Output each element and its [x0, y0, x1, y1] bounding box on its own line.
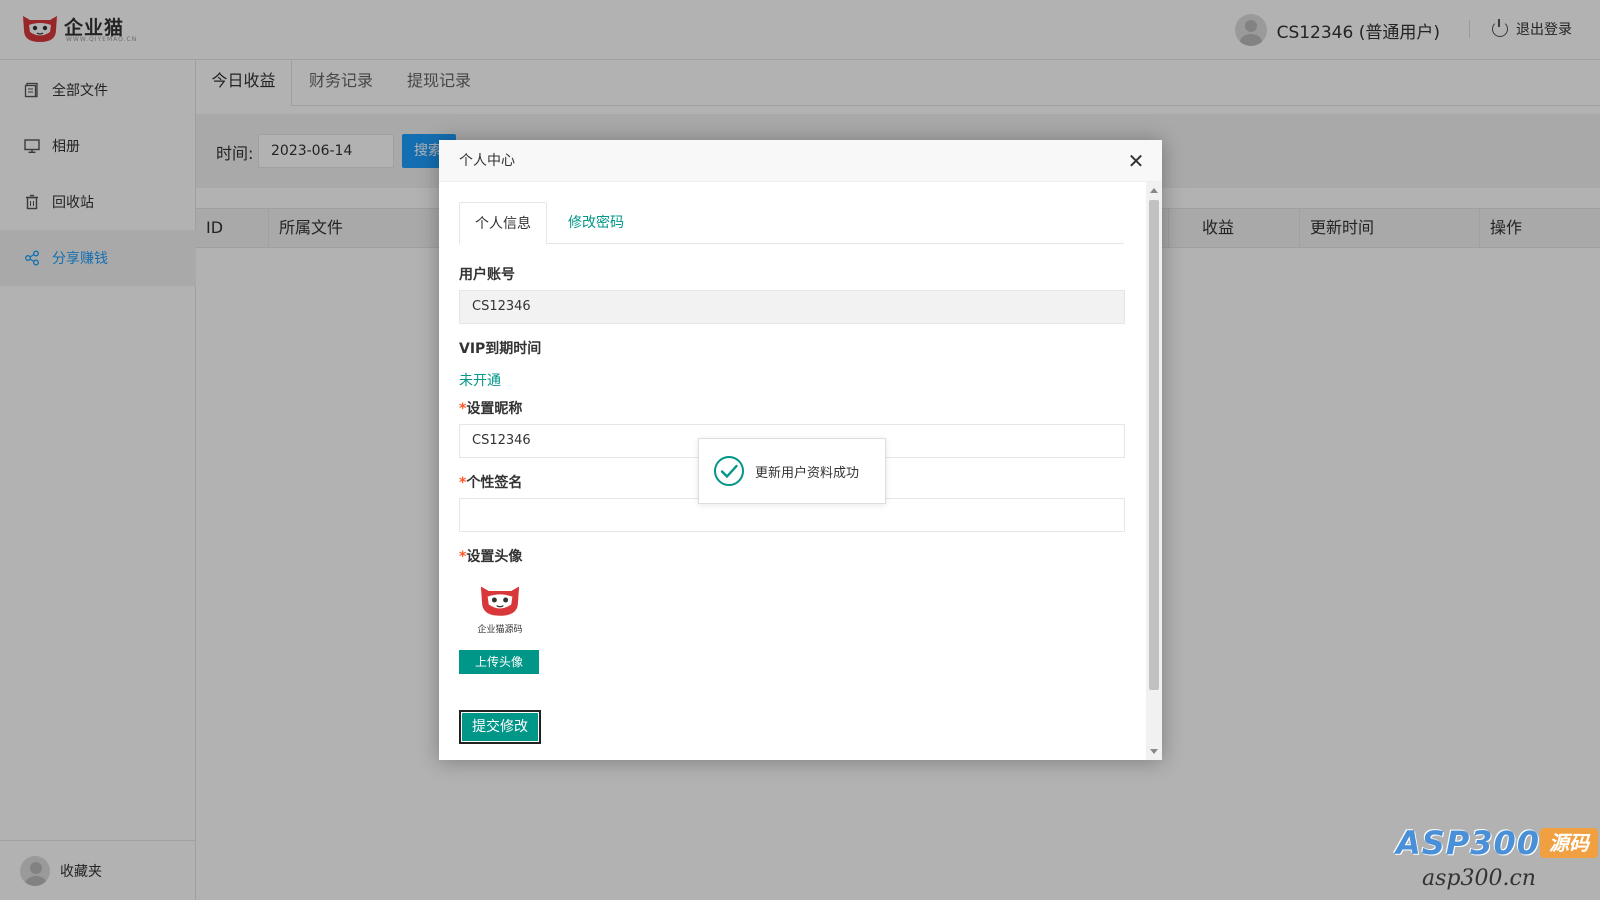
tab-personal-info[interactable]: 个人信息 [459, 202, 547, 245]
profile-tabs: 个人信息 修改密码 [459, 202, 1124, 245]
watermark-url: asp300.cn [1422, 866, 1536, 891]
tab-change-password[interactable]: 修改密码 [553, 202, 639, 244]
scroll-down-arrow-icon[interactable] [1150, 749, 1158, 754]
watermark: ASP300 源码 asp300.cn [1390, 820, 1600, 900]
close-icon[interactable]: ✕ [1126, 151, 1146, 171]
account-label: 用户账号 [459, 267, 515, 283]
watermark-tag: 源码 [1540, 828, 1598, 858]
modal-scrollbar[interactable] [1146, 182, 1162, 760]
toast-message: 更新用户资料成功 [755, 465, 860, 481]
scroll-up-arrow-icon[interactable] [1150, 188, 1158, 193]
vip-label: VIP到期时间 [459, 341, 542, 357]
cat-logo-icon [480, 586, 520, 616]
submit-button[interactable]: 提交修改 [459, 710, 541, 744]
success-toast: 更新用户资料成功 [698, 438, 886, 504]
avatar-label: *设置头像 [459, 546, 522, 566]
account-field: CS12346 [459, 290, 1125, 324]
vip-status: 未开通 [459, 373, 501, 389]
nickname-label-text: 设置昵称 [466, 401, 523, 417]
check-circle-icon [714, 456, 744, 486]
signature-label: *个性签名 [459, 472, 522, 492]
scroll-thumb[interactable] [1149, 200, 1159, 690]
watermark-brand: ASP300 [1396, 824, 1541, 862]
upload-avatar-button[interactable]: 上传头像 [459, 650, 539, 674]
avatar-preview: 企业猫源码 [475, 582, 525, 635]
avatar-label-text: 设置头像 [466, 549, 523, 565]
modal-title: 个人中心 [439, 140, 1162, 182]
avatar-caption: 企业猫源码 [477, 625, 523, 635]
nickname-label: *设置昵称 [459, 398, 522, 418]
signature-label-text: 个性签名 [466, 475, 523, 491]
